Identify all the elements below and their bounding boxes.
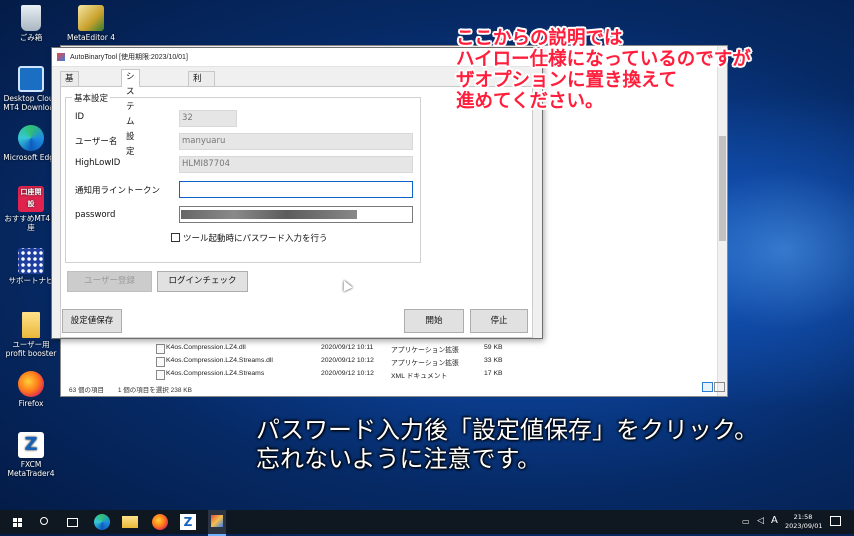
- file-type: XML ドキュメント: [391, 373, 448, 380]
- firefox-taskbar-icon[interactable]: [152, 514, 168, 530]
- username-label: ユーザー名: [75, 137, 118, 147]
- xml-file-icon: [156, 370, 165, 380]
- desktop-icon-label: ユーザー用 profit booster: [5, 340, 57, 358]
- file-size: 17 KB: [484, 370, 503, 377]
- edge-icon: [18, 125, 44, 151]
- dialog-title: AutoBinaryTool [使用期限:2023/10/01]: [70, 54, 188, 61]
- file-size: 59 KB: [484, 344, 503, 351]
- password-input[interactable]: [179, 206, 413, 223]
- file-type: アプリケーション拡張: [391, 360, 459, 367]
- desktop-icon-fxcm[interactable]: Z FXCM MetaTrader4: [2, 432, 60, 478]
- subtitle-line: パスワード入力後「設定値保存」をクリック。: [256, 416, 759, 444]
- tab-system-settings[interactable]: システム設定: [121, 69, 140, 157]
- dll-file-icon: [156, 344, 165, 354]
- volume-icon[interactable]: ◁: [757, 516, 764, 526]
- start-button[interactable]: 開始: [404, 309, 464, 333]
- fxcm-icon: Z: [18, 432, 44, 458]
- username-field: manyuaru: [179, 133, 413, 150]
- file-size: 33 KB: [484, 357, 503, 364]
- highlow-id-label: HighLowID: [75, 158, 121, 168]
- clock-date: 2023/09/01: [785, 522, 823, 530]
- folder-icon: [22, 312, 40, 338]
- desktop-icon-recycle-bin[interactable]: ごみ箱: [2, 5, 60, 42]
- id-label: ID: [75, 112, 85, 122]
- red-caption-line: ここからの説明では: [456, 28, 623, 49]
- desktop-icon-firefox[interactable]: Firefox: [2, 371, 60, 408]
- firefox-icon: [18, 371, 44, 397]
- search-icon[interactable]: [36, 514, 52, 530]
- id-field: 32: [179, 110, 237, 127]
- start-windows-icon[interactable]: [10, 514, 26, 530]
- recycle-bin-icon: [21, 5, 41, 31]
- autobinarytool-icon: [211, 515, 223, 527]
- subtitle-line: 忘れないように注意です。: [256, 445, 542, 473]
- redacted-password: [181, 210, 357, 219]
- scrollbar-thumb[interactable]: [719, 136, 726, 241]
- red-caption-line: 進めてください。: [456, 91, 604, 112]
- details-view-icon[interactable]: [702, 382, 713, 392]
- tab-take-profit-stop-loss[interactable]: 利確・損切: [188, 71, 215, 114]
- autobinarytool-taskbar-button[interactable]: [208, 510, 226, 536]
- large-icons-view-icon[interactable]: [714, 382, 725, 392]
- file-name: K4os.Compression.LZ4.Streams: [166, 370, 265, 377]
- clock[interactable]: 21:58 2023/09/01: [785, 513, 823, 531]
- red-caption-line: ザオプションに置き換えて: [456, 70, 678, 91]
- desktop-icon-label: Firefox: [18, 399, 44, 408]
- save-settings-button[interactable]: 設定値保存: [62, 309, 122, 333]
- checkbox-box[interactable]: [171, 233, 180, 242]
- login-check-button[interactable]: ログインチェック: [157, 271, 248, 292]
- edge-taskbar-icon[interactable]: [94, 514, 110, 530]
- ime-indicator[interactable]: A: [771, 515, 778, 526]
- stop-button[interactable]: 停止: [470, 309, 528, 333]
- red-caption-line: ハイロー仕様になっているのですが: [456, 49, 751, 70]
- taskbar: Z ▭ ◁ A 21:58 2023/09/01: [0, 510, 854, 536]
- highlow-id-field: HLMI87704: [179, 156, 413, 173]
- desktop-icon-label: FXCM MetaTrader4: [7, 460, 55, 478]
- dll-file-icon: [156, 357, 165, 367]
- file-name: K4os.Compression.LZ4.dll: [166, 344, 246, 351]
- red-caption: ここからの説明では ハイロー仕様になっているのですが ザオプションに置き換えて …: [456, 28, 751, 112]
- app-icon: [57, 53, 65, 61]
- subtitle: パスワード入力後「設定値保存」をクリック。 忘れないように注意です。: [256, 416, 758, 474]
- account-icon: 口座開設: [18, 186, 44, 212]
- clock-time: 21:58: [793, 513, 813, 521]
- status-selection: 1 個の項目を選択 238 KB: [117, 387, 192, 394]
- basic-settings-group: 基本設定 ID 32 ユーザー名 manyuaru HighLowID HLMI…: [65, 92, 421, 263]
- checkbox-label: ツール起動時にパスワード入力を行う: [183, 234, 328, 244]
- file-date: 2020/09/12 10:12: [321, 357, 374, 364]
- cloud-mt4-icon: [18, 66, 44, 92]
- support-navi-icon: [18, 248, 44, 274]
- metaeditor-icon: [78, 5, 104, 31]
- desktop-icon-label: ごみ箱: [19, 33, 43, 42]
- network-icon[interactable]: ▭: [742, 517, 750, 526]
- file-type: アプリケーション拡張: [391, 347, 459, 354]
- desktop-icon-label: MetaEditor 4: [67, 33, 115, 42]
- explorer-status-bar: 63 個の項目 1 個の項目を選択 238 KB: [69, 384, 192, 394]
- tab-basic-settings[interactable]: 基本設定: [60, 71, 79, 129]
- task-view-icon[interactable]: [64, 514, 80, 530]
- user-register-button[interactable]: ユーザー登録: [67, 271, 152, 292]
- status-item-count: 63 個の項目: [69, 387, 105, 394]
- notification-icon[interactable]: [830, 516, 841, 526]
- file-date: 2020/09/12 10:12: [321, 370, 374, 377]
- file-date: 2020/09/12 10:11: [321, 344, 374, 351]
- desktop-icon-metaeditor[interactable]: MetaEditor 4: [62, 5, 120, 42]
- password-on-startup-checkbox[interactable]: ツール起動時にパスワード入力を行う: [171, 232, 328, 244]
- password-label: password: [75, 210, 116, 220]
- line-token-input[interactable]: [179, 181, 413, 198]
- file-name: K4os.Compression.LZ4.Streams.dll: [166, 357, 273, 364]
- file-explorer-taskbar-icon[interactable]: [122, 516, 138, 528]
- group-title: 基本設定: [72, 92, 111, 104]
- fxcm-taskbar-icon[interactable]: Z: [180, 514, 196, 530]
- line-token-label: 通知用ライントークン: [75, 186, 161, 196]
